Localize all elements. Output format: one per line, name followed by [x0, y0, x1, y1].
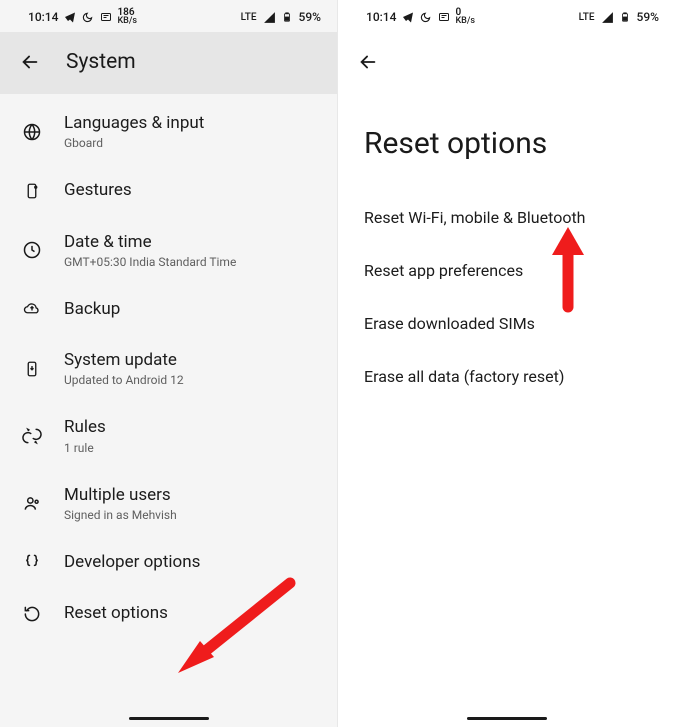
row-label: Reset options: [64, 603, 319, 624]
option-erase-sims[interactable]: Erase downloaded SIMs: [338, 297, 675, 350]
page-title: Reset options: [338, 78, 675, 191]
row-label: Date & time: [64, 232, 319, 253]
cloud-upload-icon: [22, 299, 42, 319]
row-sub: Updated to Android 12: [64, 373, 319, 387]
row-system-update[interactable]: System update Updated to Android 12: [0, 335, 337, 402]
row-label: Backup: [64, 299, 319, 320]
status-bar: 10:14 186 KB/s LTE 59%: [0, 0, 337, 32]
header-title: System: [66, 50, 136, 74]
moon-icon: [419, 11, 432, 24]
row-sub: Signed in as Mehvish: [64, 508, 319, 522]
message-icon: [99, 11, 112, 24]
app-bar: [338, 32, 675, 74]
system-update-icon: [22, 359, 42, 379]
phone-system-settings: 10:14 186 KB/s LTE 59%: [0, 0, 337, 727]
row-sub: GMT+05:30 India Standard Time: [64, 255, 319, 269]
nav-pill[interactable]: [129, 717, 209, 720]
settings-list: Languages & input Gboard Gestures Date &…: [0, 94, 337, 727]
status-time: 10:14: [28, 10, 58, 24]
row-rules[interactable]: Rules 1 rule: [0, 402, 337, 469]
option-factory-reset[interactable]: Erase all data (factory reset): [338, 350, 675, 403]
moon-icon: [81, 11, 94, 24]
row-multiple-users[interactable]: Multiple users Signed in as Mehvish: [0, 470, 337, 537]
telegram-icon: [63, 11, 76, 24]
battery-icon: [619, 11, 632, 24]
row-backup[interactable]: Backup: [0, 284, 337, 335]
row-label: Developer options: [64, 552, 319, 573]
status-time: 10:14: [366, 10, 396, 24]
status-bar: 10:14 0 KB/s LTE 59%: [338, 0, 675, 32]
telegram-icon: [401, 11, 414, 24]
row-developer-options[interactable]: Developer options: [0, 537, 337, 588]
option-reset-app-prefs[interactable]: Reset app preferences: [338, 244, 675, 297]
clock-icon: [22, 240, 42, 260]
network-speed: 186 KB/s: [117, 8, 137, 26]
globe-icon: [22, 122, 42, 142]
battery-percent: 59%: [299, 10, 321, 24]
row-sub: Gboard: [64, 136, 319, 150]
row-sub: 1 rule: [64, 441, 319, 455]
row-reset-options[interactable]: Reset options: [0, 588, 337, 639]
row-label: Multiple users: [64, 485, 319, 506]
network-label: LTE: [241, 12, 257, 23]
option-reset-network[interactable]: Reset Wi-Fi, mobile & Bluetooth: [338, 191, 675, 244]
app-bar: System: [0, 32, 337, 94]
braces-icon: [22, 552, 42, 572]
battery-icon: [281, 11, 294, 24]
network-speed: 0 KB/s: [455, 8, 475, 26]
signal-icon: [263, 11, 276, 24]
nav-pill[interactable]: [467, 717, 547, 720]
back-icon[interactable]: [18, 50, 42, 74]
row-languages[interactable]: Languages & input Gboard: [0, 98, 337, 165]
row-label: System update: [64, 350, 319, 371]
message-icon: [437, 11, 450, 24]
users-icon: [22, 493, 42, 513]
battery-percent: 59%: [637, 10, 659, 24]
row-gestures[interactable]: Gestures: [0, 165, 337, 216]
back-icon[interactable]: [356, 50, 380, 74]
row-datetime[interactable]: Date & time GMT+05:30 India Standard Tim…: [0, 217, 337, 284]
network-label: LTE: [579, 12, 595, 23]
phone-gesture-icon: [22, 181, 42, 201]
signal-icon: [601, 11, 614, 24]
row-label: Rules: [64, 417, 319, 438]
reset-options-list: Reset options Reset Wi-Fi, mobile & Blue…: [338, 74, 675, 727]
row-label: Gestures: [64, 180, 319, 201]
row-label: Languages & input: [64, 113, 319, 134]
phone-reset-options: 10:14 0 KB/s LTE 59%: [338, 0, 675, 727]
rules-icon: [22, 426, 42, 446]
reset-icon: [22, 604, 42, 624]
